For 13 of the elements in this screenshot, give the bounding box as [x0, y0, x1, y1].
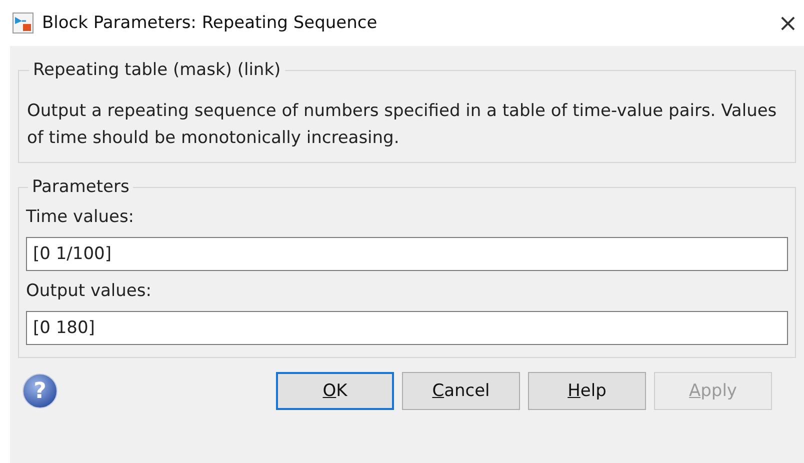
close-button[interactable]: ×	[772, 11, 804, 35]
description-text: Output a repeating sequence of numbers specified in a table of time-value pairs. Values of time should be monotonically increasing.	[27, 100, 778, 150]
group-title: Parameters	[31, 177, 130, 197]
window-title: Block Parameters: Repeating Sequence	[42, 13, 378, 33]
dialog-button[interactable]: OK	[276, 372, 394, 410]
input-field[interactable]: [0 180]	[26, 311, 788, 345]
input-field[interactable]: [0 1/100]	[26, 237, 788, 271]
field-label: Output values:	[26, 281, 152, 301]
group-title: Repeating table (mask) (link)	[32, 60, 282, 80]
dialog-button[interactable]: Help	[528, 372, 646, 410]
block-app-icon	[12, 12, 34, 34]
field-label: Time values:	[26, 207, 136, 227]
dialog-button[interactable]: Cancel	[402, 372, 520, 410]
